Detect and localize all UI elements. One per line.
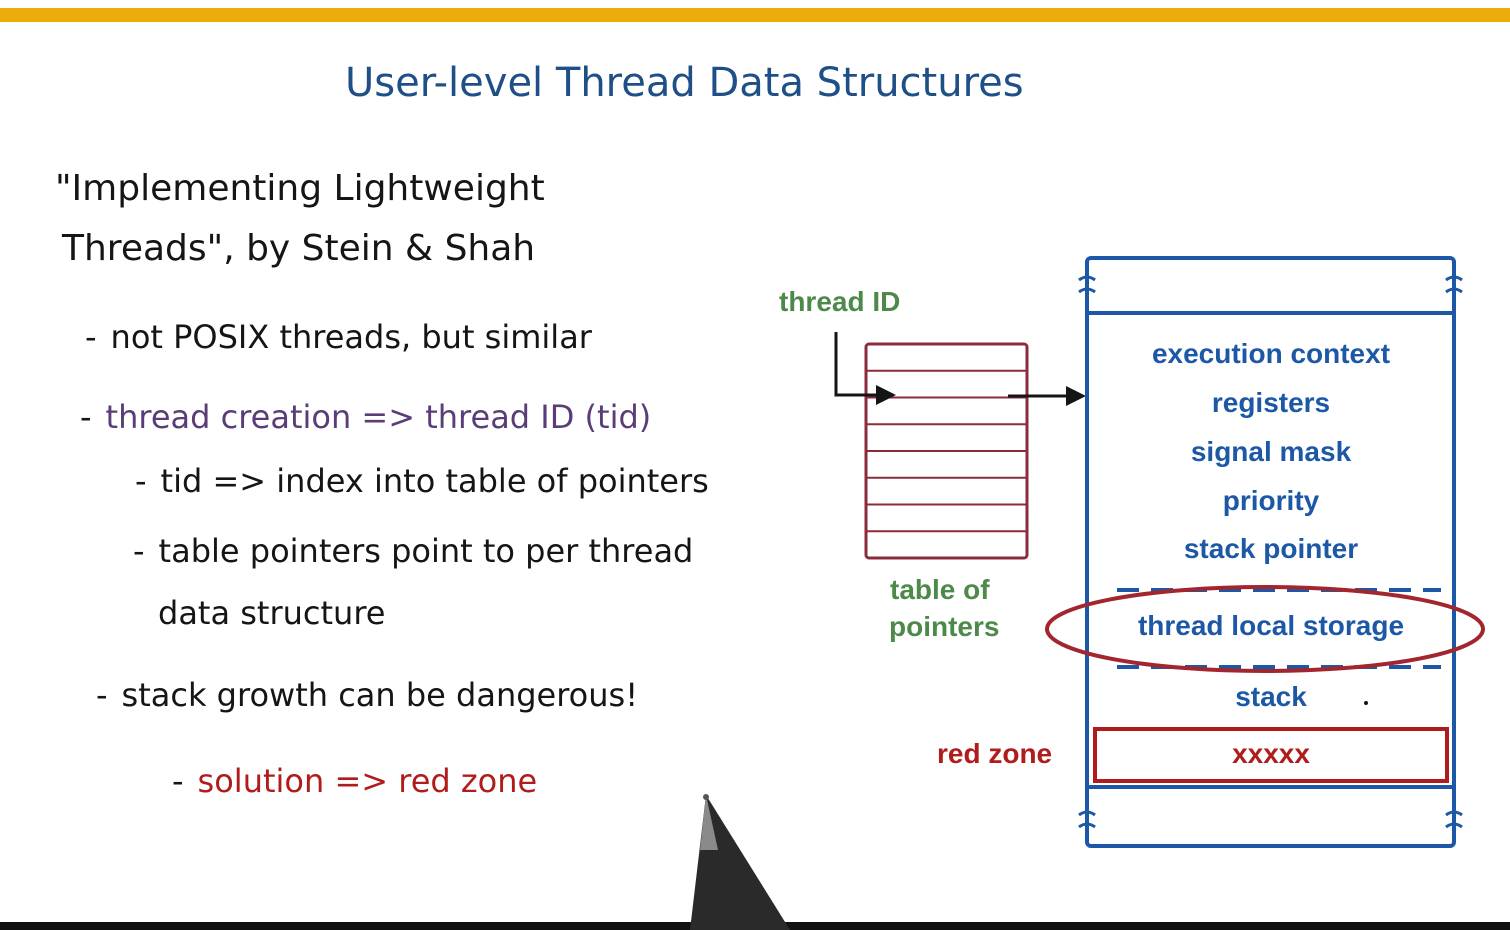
break-mark-bottom-left [1078, 810, 1096, 835]
field-thread-local-storage: thread local storage [1137, 610, 1405, 641]
break-mark-bottom-right [1445, 810, 1463, 835]
pointer-arrow-head [1066, 386, 1086, 406]
break-mark-top-right [1445, 275, 1463, 300]
field-stack-pointer: stack pointer [1183, 533, 1359, 564]
thread-id-arrow [834, 332, 880, 397]
field-signal-mask: signal mask [1190, 436, 1352, 467]
thread-id-arrow-head [876, 385, 896, 405]
field-execution-context: execution context [1151, 338, 1391, 369]
table-label-line-2: pointers [889, 611, 1000, 642]
field-stack: stack [1235, 681, 1307, 712]
red-zone-content: xxxxx [1232, 738, 1310, 769]
thread-id-label: thread ID [779, 286, 901, 317]
break-mark-top-left [1078, 275, 1096, 300]
pointer-table [864, 342, 1029, 560]
field-registers: registers [1211, 387, 1331, 418]
red-zone-label: red zone [937, 738, 1053, 769]
field-priority: priority [1222, 485, 1320, 516]
table-label-line-1: table of [890, 574, 990, 605]
pen-icon [690, 794, 790, 930]
